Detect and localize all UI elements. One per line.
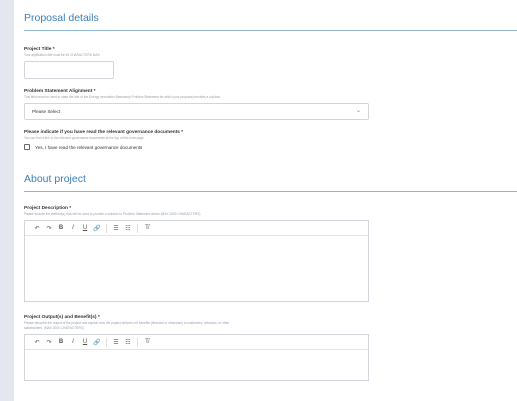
editor-toolbar: ↶ ↷ B I U 🔗 ☰ ☷ T̸ (25, 335, 368, 350)
left-rail (0, 0, 14, 401)
link-icon[interactable]: 🔗 (92, 225, 102, 232)
underline-button[interactable]: U (80, 339, 90, 345)
numbered-list-icon[interactable]: ☷ (123, 225, 133, 232)
description-hint: Please include the method(s) that will b… (24, 212, 201, 216)
link-icon[interactable]: 🔗 (92, 339, 102, 346)
governance-group: Please indicate if you have read the rel… (24, 130, 517, 150)
alignment-select[interactable]: Please Select ⌄ (24, 103, 369, 120)
project-title-group: Project Title * Your application title m… (24, 47, 517, 79)
toolbar-divider (137, 337, 138, 347)
italic-button[interactable]: I (68, 339, 78, 345)
about-section-header: About project (24, 150, 517, 192)
outputs-group: Project Output(s) and Benefit(s) * Pleas… (24, 315, 517, 381)
alignment-select-value: Please Select (32, 109, 61, 114)
bullet-list-icon[interactable]: ☰ (111, 225, 121, 232)
section-title-proposal: Proposal details (24, 12, 99, 24)
editor-toolbar: ↶ ↷ B I U 🔗 ☰ ☷ T̸ (25, 221, 368, 236)
clear-format-icon[interactable]: T̸ (142, 225, 152, 231)
bold-button[interactable]: B (56, 225, 66, 231)
toolbar-divider (137, 223, 138, 233)
undo-icon[interactable]: ↶ (32, 339, 42, 346)
redo-icon[interactable]: ↷ (44, 339, 54, 346)
section-divider (24, 30, 517, 31)
outputs-hint-line2: stakeholders. (MAX 2000 CHARACTERS) (24, 326, 84, 330)
underline-button[interactable]: U (80, 225, 90, 231)
bullet-list-icon[interactable]: ☰ (111, 339, 121, 346)
alignment-hint: This field must be used to state the tit… (24, 95, 221, 99)
alignment-group: Problem Statement Alignment * This field… (24, 89, 517, 120)
description-editor: ↶ ↷ B I U 🔗 ☰ ☷ T̸ (24, 220, 369, 302)
section-divider (24, 191, 517, 192)
redo-icon[interactable]: ↷ (44, 225, 54, 232)
outputs-textarea[interactable] (25, 350, 368, 380)
governance-hint: You can find a link to the relevant gove… (24, 136, 144, 140)
undo-icon[interactable]: ↶ (32, 225, 42, 232)
description-textarea[interactable] (25, 236, 368, 301)
governance-checkbox[interactable] (24, 144, 30, 150)
description-group: Project Description * Please include the… (24, 206, 517, 302)
project-title-hint: Your application title must be 45 CHARAC… (24, 53, 100, 57)
proposal-section-header: Proposal details (24, 0, 517, 31)
bold-button[interactable]: B (56, 339, 66, 345)
section-title-about: About project (24, 173, 86, 185)
numbered-list-icon[interactable]: ☷ (123, 339, 133, 346)
toolbar-divider (106, 337, 107, 347)
project-title-input[interactable] (24, 61, 114, 79)
form-page: Proposal details Project Title * Your ap… (24, 0, 517, 381)
toolbar-divider (106, 223, 107, 233)
outputs-editor: ↶ ↷ B I U 🔗 ☰ ☷ T̸ (24, 334, 369, 381)
chevron-down-icon: ⌄ (355, 108, 361, 114)
italic-button[interactable]: I (68, 225, 78, 231)
governance-checkbox-label[interactable]: Yes, I have read the relevant governance… (35, 145, 142, 150)
clear-format-icon[interactable]: T̸ (142, 339, 152, 345)
